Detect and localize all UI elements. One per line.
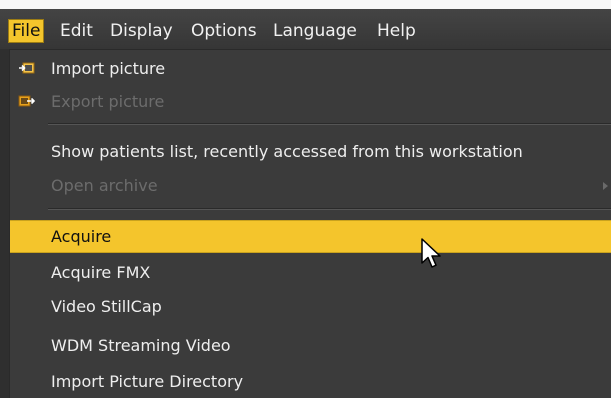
menu-help[interactable]: Help <box>375 19 418 43</box>
menu-item-acquire-fmx[interactable]: Acquire FMX <box>10 257 611 288</box>
menu-item-label: Show patients list, recently accessed fr… <box>51 142 523 161</box>
menu-bar: File Edit Display Options Language Help <box>0 9 611 50</box>
menu-item-label: Acquire FMX <box>51 263 151 282</box>
menu-item-label: Video StillCap <box>51 297 162 316</box>
import-icon <box>19 62 35 74</box>
menu-separator <box>48 208 611 210</box>
menu-item-video-stillcap[interactable]: Video StillCap <box>10 291 611 322</box>
menu-item-label: WDM Streaming Video <box>51 336 231 355</box>
export-icon <box>18 95 35 107</box>
window-left-edge <box>0 49 9 398</box>
menu-item-label: Import Picture Directory <box>51 372 244 391</box>
menu-options[interactable]: Options <box>189 19 259 43</box>
app-window: File Edit Display Options Language Help … <box>0 0 611 398</box>
menu-display[interactable]: Display <box>108 19 175 43</box>
menu-item-acquire[interactable]: Acquire <box>10 220 611 253</box>
menu-item-label: Acquire <box>51 227 112 246</box>
window-top-strip <box>0 0 611 9</box>
submenu-arrow-icon <box>603 182 608 190</box>
menu-language[interactable]: Language <box>271 19 359 43</box>
menu-file[interactable]: File <box>8 19 45 43</box>
menu-item-open-archive[interactable]: Open archive <box>10 170 611 201</box>
menu-item-export-picture[interactable]: Export picture <box>10 86 611 117</box>
menu-separator <box>48 123 611 125</box>
menu-item-label: Export picture <box>51 92 165 111</box>
menu-item-show-patients-list[interactable]: Show patients list, recently accessed fr… <box>10 136 611 167</box>
menu-edit[interactable]: Edit <box>58 19 95 43</box>
mouse-cursor-icon <box>421 238 441 268</box>
menu-item-import-picture[interactable]: Import picture <box>10 53 611 84</box>
menu-item-wdm-streaming-video[interactable]: WDM Streaming Video <box>10 330 611 361</box>
menu-item-label: Open archive <box>51 176 158 195</box>
file-menu-dropdown: Import picture Export picture Show patie… <box>9 50 611 398</box>
menu-item-import-picture-directory[interactable]: Import Picture Directory <box>10 366 611 397</box>
menu-item-label: Import picture <box>51 59 166 78</box>
